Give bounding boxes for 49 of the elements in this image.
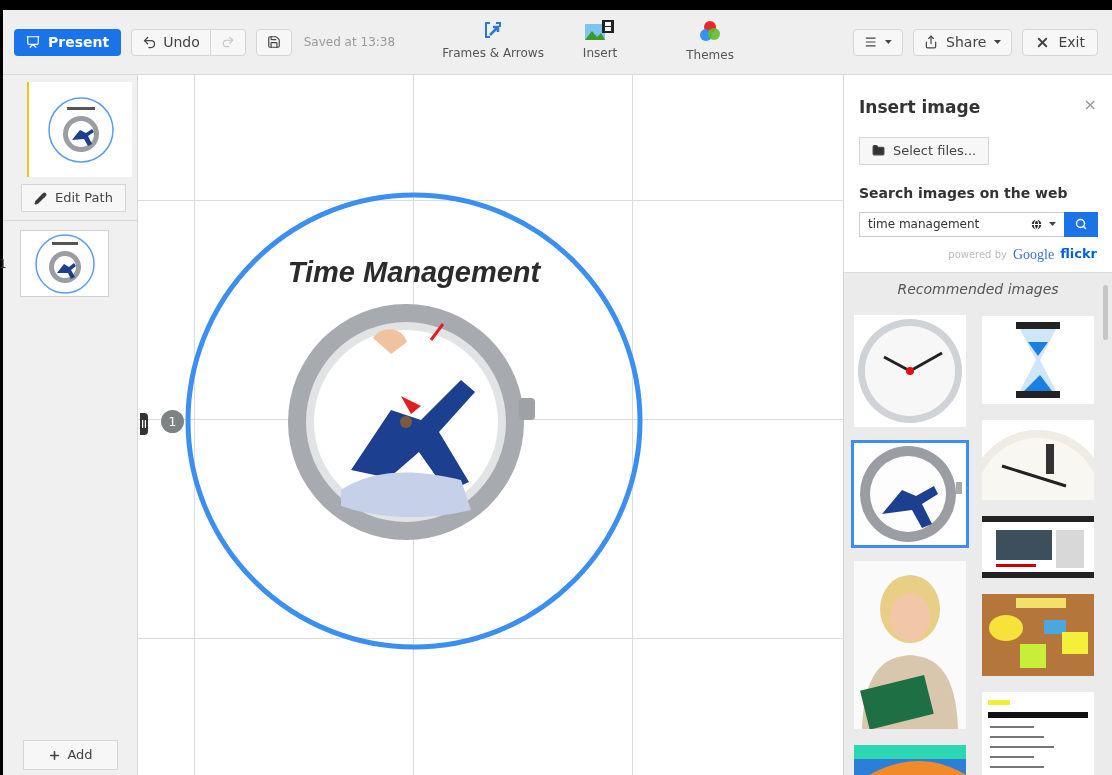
present-button[interactable]: Present bbox=[14, 28, 122, 56]
edit-path-button[interactable]: Edit Path bbox=[21, 184, 126, 212]
folder-icon bbox=[872, 144, 885, 157]
search-heading: Search images on the web bbox=[859, 183, 1069, 203]
provider-logo: flickr bbox=[1060, 245, 1097, 264]
undo-button[interactable]: Undo bbox=[131, 28, 211, 56]
search-button[interactable] bbox=[1064, 211, 1098, 237]
step-thumbnail[interactable] bbox=[20, 230, 109, 297]
grip-icon bbox=[142, 420, 146, 428]
scrollbar[interactable] bbox=[1103, 284, 1108, 340]
color-circles-icon bbox=[699, 20, 722, 42]
add-button[interactable]: Add bbox=[23, 740, 118, 770]
share-button[interactable]: Share bbox=[913, 28, 1013, 56]
caret-icon bbox=[994, 40, 1002, 44]
panel-title: Insert image bbox=[859, 96, 981, 119]
provider-logo: Google bbox=[1012, 245, 1055, 264]
toolbar-tool[interactable]: Frames & Arrows bbox=[441, 20, 546, 64]
caret-icon bbox=[885, 40, 893, 44]
search-icon bbox=[1075, 218, 1087, 230]
pencil-icon bbox=[34, 191, 47, 205]
recommended-heading: Recommended images bbox=[897, 279, 1059, 299]
save-icon bbox=[266, 35, 281, 49]
undo-icon bbox=[142, 34, 158, 50]
caret-icon bbox=[1049, 222, 1056, 226]
menu-icon bbox=[864, 35, 878, 49]
overview-thumbnail[interactable] bbox=[27, 82, 132, 177]
share-icon bbox=[924, 35, 939, 49]
frame-circle[interactable] bbox=[185, 192, 643, 650]
exit-button[interactable]: Exit bbox=[1022, 28, 1098, 56]
save-button[interactable] bbox=[255, 28, 292, 56]
step-number: 1 bbox=[0, 255, 8, 273]
presentation-icon bbox=[26, 35, 40, 49]
search-field[interactable]: time management bbox=[859, 211, 1030, 237]
select-files-button[interactable]: Select files... bbox=[859, 136, 990, 165]
search-source-dropdown[interactable] bbox=[1030, 211, 1064, 237]
plus-icon bbox=[48, 748, 62, 762]
toolbar-tool[interactable]: Insert bbox=[545, 20, 656, 64]
saved-status: Saved at 13:38 bbox=[303, 34, 396, 51]
frame-arrow-icon bbox=[483, 20, 504, 40]
image-film-icon bbox=[585, 20, 616, 40]
slide-title: Time Management bbox=[286, 255, 542, 290]
drag-handle[interactable] bbox=[140, 413, 148, 435]
globe-icon bbox=[1030, 217, 1043, 231]
menu-button[interactable] bbox=[853, 28, 904, 56]
canvas[interactable]: Time Management 1 bbox=[138, 75, 843, 775]
toolbar-tool[interactable]: Themes bbox=[655, 20, 766, 64]
path-step-badge[interactable]: 1 bbox=[161, 410, 184, 433]
redo-icon bbox=[220, 35, 235, 49]
powered-by-text: powered by bbox=[948, 247, 1007, 262]
